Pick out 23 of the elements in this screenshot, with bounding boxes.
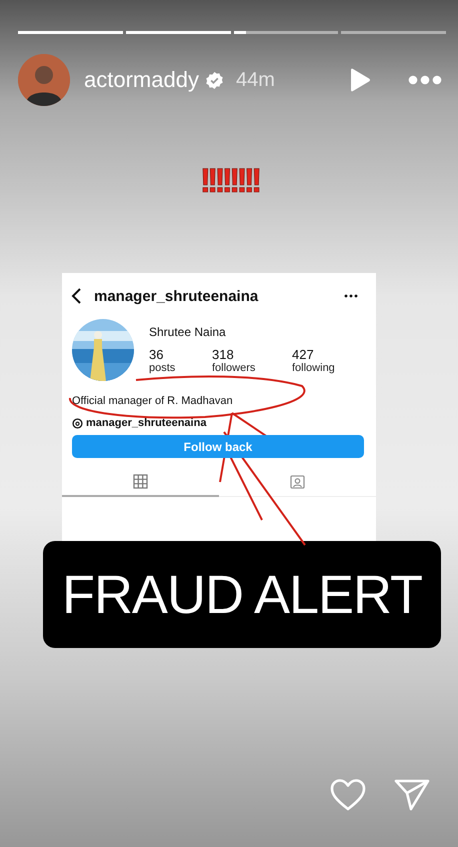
profile-bio: Official manager of R. Madhavan — [72, 395, 234, 407]
stat-label: followers — [212, 362, 256, 374]
profile-name: Shrutee Naina — [149, 325, 227, 339]
stat-label: posts — [149, 362, 176, 374]
stat-label: following — [292, 362, 336, 374]
username[interactable]: actormaddy — [84, 67, 199, 93]
timestamp: 44m — [236, 68, 275, 92]
grid-icon — [133, 474, 148, 489]
fraud-alert-sticker: FRAUD ALERT — [43, 541, 441, 648]
more-icon[interactable] — [408, 75, 442, 85]
stat-count: 427 — [292, 347, 315, 362]
follow-back-button[interactable]: Follow back — [72, 435, 364, 458]
caption: !!!!!!!! — [200, 162, 258, 201]
more-icon — [344, 294, 358, 298]
avatar[interactable] — [18, 54, 70, 106]
tagged-person-icon — [290, 474, 305, 489]
send-icon[interactable] — [394, 778, 430, 812]
heart-icon[interactable] — [330, 778, 366, 812]
stat-count: 36 — [149, 347, 164, 362]
stat-count: 318 — [212, 347, 235, 362]
play-icon[interactable] — [348, 67, 372, 93]
threads-handle: manager_shruteenaina — [86, 417, 206, 429]
profile-username: manager_shruteenaina — [94, 288, 258, 304]
